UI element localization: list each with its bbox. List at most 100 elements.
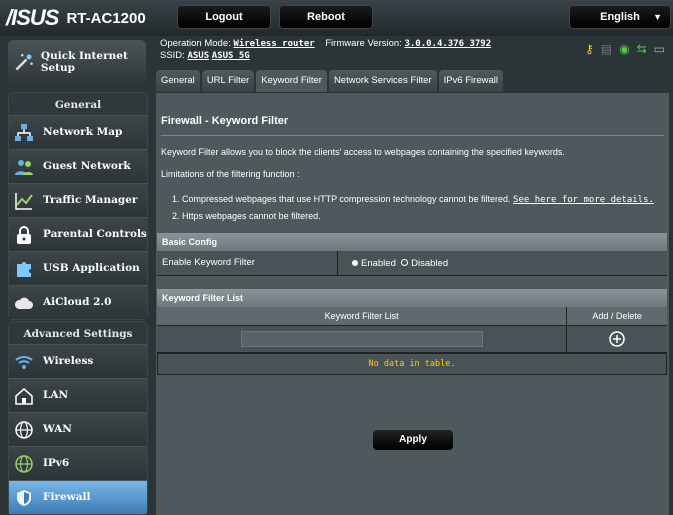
- menu-lan[interactable]: LAN: [9, 378, 147, 412]
- main-content: Operation Mode: Wireless router Firmware…: [156, 36, 673, 515]
- basic-config-table: Basic Config Enable Keyword Filter Enabl…: [157, 233, 667, 276]
- logout-button[interactable]: Logout: [177, 5, 271, 29]
- content-panel: Firewall - Keyword Filter Keyword Filter…: [156, 93, 669, 515]
- enable-filter-label: Enable Keyword Filter: [157, 251, 338, 275]
- quick-setup-label: Quick Internet Setup: [40, 50, 128, 74]
- home-icon: [13, 385, 35, 407]
- guest-users-icon: [13, 156, 35, 178]
- keyword-input-cell: [157, 326, 568, 352]
- model-name: RT-AC1200: [66, 9, 146, 27]
- page-title: Firewall - Keyword Filter: [161, 115, 289, 127]
- language-label: English: [600, 11, 640, 23]
- menu-aicloud[interactable]: AiCloud 2.0: [9, 285, 147, 319]
- menu-usb-application[interactable]: USB Application: [9, 251, 147, 285]
- menu-label: Network Map: [43, 126, 123, 138]
- status-info: Operation Mode: Wireless router Firmware…: [160, 38, 491, 62]
- tab-ipv6-firewall[interactable]: IPv6 Firewall: [438, 70, 503, 92]
- notification-icon[interactable]: ▭: [654, 42, 665, 56]
- tab-keyword-filter[interactable]: Keyword Filter: [256, 70, 327, 92]
- menu-network-map[interactable]: Network Map: [9, 115, 147, 149]
- menu-ipv6[interactable]: IPv6: [9, 446, 147, 480]
- enable-filter-radios: Enabled Disabled: [338, 258, 448, 269]
- limitations-heading: Limitations of the filtering function :: [161, 169, 300, 179]
- radio-enabled[interactable]: [352, 259, 358, 266]
- limitation-2: 2. Https webpages cannot be filtered.: [172, 211, 321, 221]
- menu-wan[interactable]: WAN: [9, 412, 147, 446]
- no-data-message: No data in table.: [157, 353, 667, 375]
- op-mode-link[interactable]: Wireless router: [233, 39, 314, 49]
- limitation-1-text: 1. Compressed webpages that use HTTP com…: [172, 194, 511, 204]
- disabled-label: Disabled: [411, 257, 449, 269]
- menu-label: AiCloud 2.0: [43, 296, 112, 308]
- reboot-button[interactable]: Reboot: [279, 5, 373, 29]
- wifi-icon: [13, 351, 35, 373]
- chevron-down-icon: ▼: [653, 12, 662, 22]
- firmware-label: Firmware Version:: [325, 38, 402, 49]
- radio-disabled[interactable]: [401, 259, 409, 267]
- firmware-link[interactable]: 3.0.0.4.376_3792: [404, 39, 491, 49]
- usb-icon[interactable]: ⇆: [637, 42, 647, 56]
- network-map-icon: [13, 122, 35, 144]
- advanced-heading: Advanced Settings: [23, 328, 133, 340]
- menu-label: Wireless: [43, 355, 94, 367]
- menu-parental-controls[interactable]: Parental Controls: [9, 217, 147, 251]
- quick-internet-setup-button[interactable]: Quick Internet Setup: [8, 40, 146, 84]
- key-icon[interactable]: ⚷: [585, 42, 594, 56]
- menu-guest-network[interactable]: Guest Network: [9, 149, 147, 183]
- op-mode-label: Operation Mode:: [160, 38, 231, 49]
- enable-filter-row: Enable Keyword Filter Enabled Disabled: [157, 251, 667, 276]
- add-circle-icon[interactable]: [609, 331, 625, 347]
- status-icons: ⚷ ▤ ◉ ⇆ ▭: [585, 42, 665, 56]
- menu-label: Guest Network: [43, 160, 131, 172]
- menu-label: Firewall: [43, 491, 91, 503]
- ssid-24g-link[interactable]: ASUS: [187, 51, 209, 61]
- general-section: General Network Map Guest Network Traffi…: [8, 92, 148, 320]
- col-add-delete: Add / Delete: [592, 311, 642, 321]
- general-heading: General: [54, 99, 102, 111]
- lock-icon: [13, 224, 35, 246]
- table-header: Keyword Filter List Add / Delete: [157, 307, 667, 326]
- menu-firewall[interactable]: Firewall: [9, 480, 147, 514]
- menu-label: USB Application: [43, 262, 140, 274]
- menu-traffic-manager[interactable]: Traffic Manager: [9, 183, 147, 217]
- divider: [161, 135, 664, 136]
- advanced-section: Advanced Settings Wireless LAN WAN IPv6: [8, 321, 148, 515]
- col-keyword-list: Keyword Filter List: [157, 307, 568, 325]
- apply-button[interactable]: Apply: [373, 430, 453, 450]
- asus-logo: /ISUS RT-AC1200: [6, 4, 146, 32]
- menu-wireless[interactable]: Wireless: [9, 344, 147, 378]
- keyword-list-heading: Keyword Filter List: [157, 289, 667, 307]
- description: Keyword Filter allows you to block the c…: [161, 147, 565, 157]
- brand-logo: /ISUS: [6, 5, 59, 30]
- cloud-icon: [13, 292, 35, 314]
- language-select[interactable]: English ▼: [569, 5, 671, 29]
- top-bar: /ISUS RT-AC1200 Logout Reboot English ▼: [0, 0, 673, 36]
- tab-network-services-filter[interactable]: Network Services Filter: [328, 70, 437, 92]
- wizard-wand-icon: [15, 53, 33, 71]
- ssid-label: SSID:: [160, 50, 185, 61]
- tab-general[interactable]: General: [156, 70, 200, 92]
- shield-icon: [13, 487, 35, 509]
- menu-label: Traffic Manager: [43, 194, 138, 206]
- traffic-chart-icon: [13, 190, 35, 212]
- limitation-1: 1. Compressed webpages that use HTTP com…: [172, 194, 654, 205]
- more-details-link[interactable]: See here for more details.: [513, 195, 654, 205]
- printer-icon[interactable]: ▤: [601, 42, 612, 56]
- keyword-list-table: Keyword Filter List Keyword Filter List …: [157, 289, 667, 375]
- puzzle-icon: [13, 258, 35, 280]
- menu-label: LAN: [43, 389, 69, 401]
- globe-icon: [13, 419, 35, 441]
- sidebar: Quick Internet Setup General Network Map…: [0, 36, 148, 515]
- menu-label: Parental Controls: [43, 228, 147, 240]
- tab-url-filter[interactable]: URL Filter: [201, 70, 255, 92]
- keyword-input[interactable]: [240, 331, 483, 347]
- menu-label: IPv6: [43, 457, 70, 469]
- globe-network-icon: [13, 453, 35, 475]
- add-row: [157, 326, 667, 353]
- internet-status-icon[interactable]: ◉: [619, 42, 629, 56]
- menu-label: WAN: [43, 423, 72, 435]
- enabled-label: Enabled: [361, 257, 396, 269]
- add-cell: [567, 326, 667, 352]
- basic-config-heading: Basic Config: [157, 233, 667, 251]
- ssid-5g-link[interactable]: ASUS_5G: [212, 51, 250, 61]
